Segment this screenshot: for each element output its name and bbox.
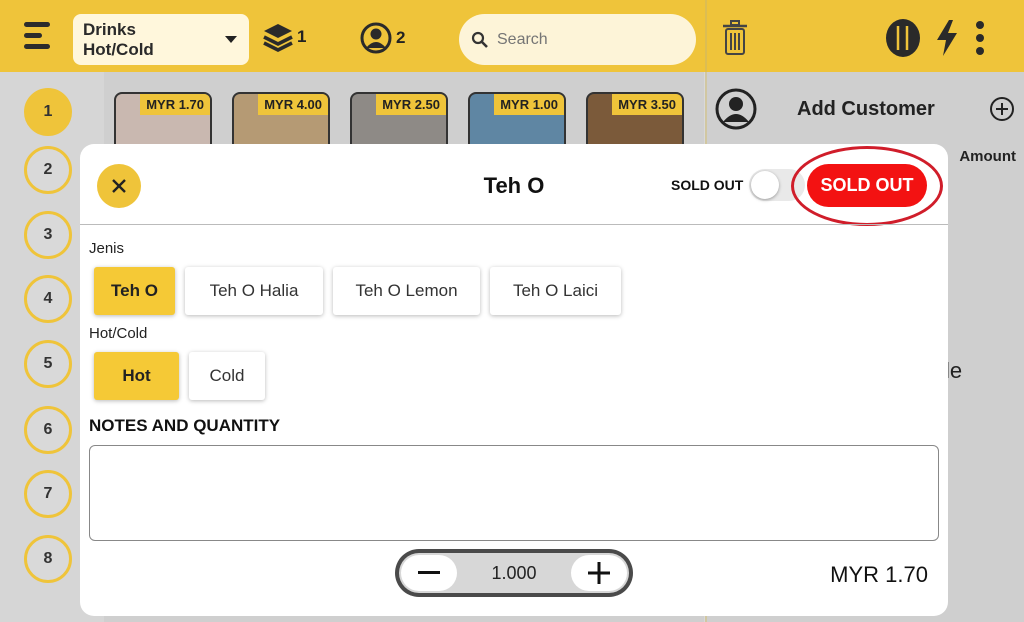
quantity-stepper: 1.000 [395,549,633,597]
product-price: MYR 4.00 [258,94,328,115]
table-number-3[interactable]: 3 [24,211,72,259]
sold-out-toggle[interactable] [749,169,805,201]
table-number-1[interactable]: 1 [24,88,72,136]
option-teh-o-lemon[interactable]: Teh O Lemon [333,267,480,315]
customer-avatar-icon [715,88,757,130]
table-number-5[interactable]: 5 [24,340,72,388]
table-number-7[interactable]: 7 [24,470,72,518]
option-teh-o-laici[interactable]: Teh O Laici [490,267,621,315]
plus-icon [588,562,610,584]
top-bar: Drinks Hot/Cold 1 2 [0,0,1024,72]
option-cold[interactable]: Cold [189,352,265,400]
notes-heading: NOTES AND QUANTITY [89,416,281,435]
category-line-1: Drinks [83,20,136,39]
more-vertical-icon[interactable] [973,20,987,56]
search-icon [471,31,488,48]
option-hot[interactable]: Hot [94,352,179,400]
amount-column-header: Amount [959,148,1016,165]
table-number-2[interactable]: 2 [24,146,72,194]
search-box[interactable] [459,14,696,65]
hot-cold-label: Hot/Cold [89,325,148,342]
product-price: MYR 2.50 [376,94,446,115]
trash-icon[interactable] [722,20,748,61]
product-price: MYR 1.70 [140,94,210,115]
product-price: MYR 1.00 [494,94,564,115]
option-teh-o[interactable]: Teh O [94,267,175,315]
person-icon [360,22,392,54]
layers-icon [263,24,293,52]
notes-input[interactable] [89,445,939,541]
menu-icon[interactable] [24,22,50,55]
sold-out-toggle-label: SOLD OUT [671,177,744,193]
option-teh-o-halia[interactable]: Teh O Halia [185,267,323,315]
item-options-modal: Teh O SOLD OUT SOLD OUT Jenis Teh O Teh … [80,144,948,616]
category-line-2: Hot/Cold [83,40,154,59]
product-price: MYR 3.50 [612,94,682,115]
sold-out-button[interactable]: SOLD OUT [807,164,927,207]
jenis-label: Jenis [89,240,125,257]
header-divider [80,224,948,225]
layers-count: 1 [297,27,307,46]
layers-button[interactable]: 1 [262,22,306,52]
caret-down-icon [225,36,237,43]
add-customer-row[interactable]: Add Customer [715,88,1015,130]
lightning-icon[interactable] [935,19,959,57]
increment-button[interactable] [571,555,627,591]
toggle-knob [751,171,779,199]
table-number-4[interactable]: 4 [24,275,72,323]
search-input[interactable] [497,30,677,49]
pax-count: 2 [396,28,406,47]
item-total: MYR 1.70 [830,562,928,587]
table-number-6[interactable]: 6 [24,406,72,454]
add-customer-label: Add Customer [797,97,935,120]
table-number-8[interactable]: 8 [24,535,72,583]
pax-button[interactable]: 2 [360,22,405,54]
dine-in-icon[interactable] [885,18,921,58]
category-dropdown[interactable]: Drinks Hot/Cold [73,14,249,65]
add-circle-icon[interactable] [989,96,1015,122]
